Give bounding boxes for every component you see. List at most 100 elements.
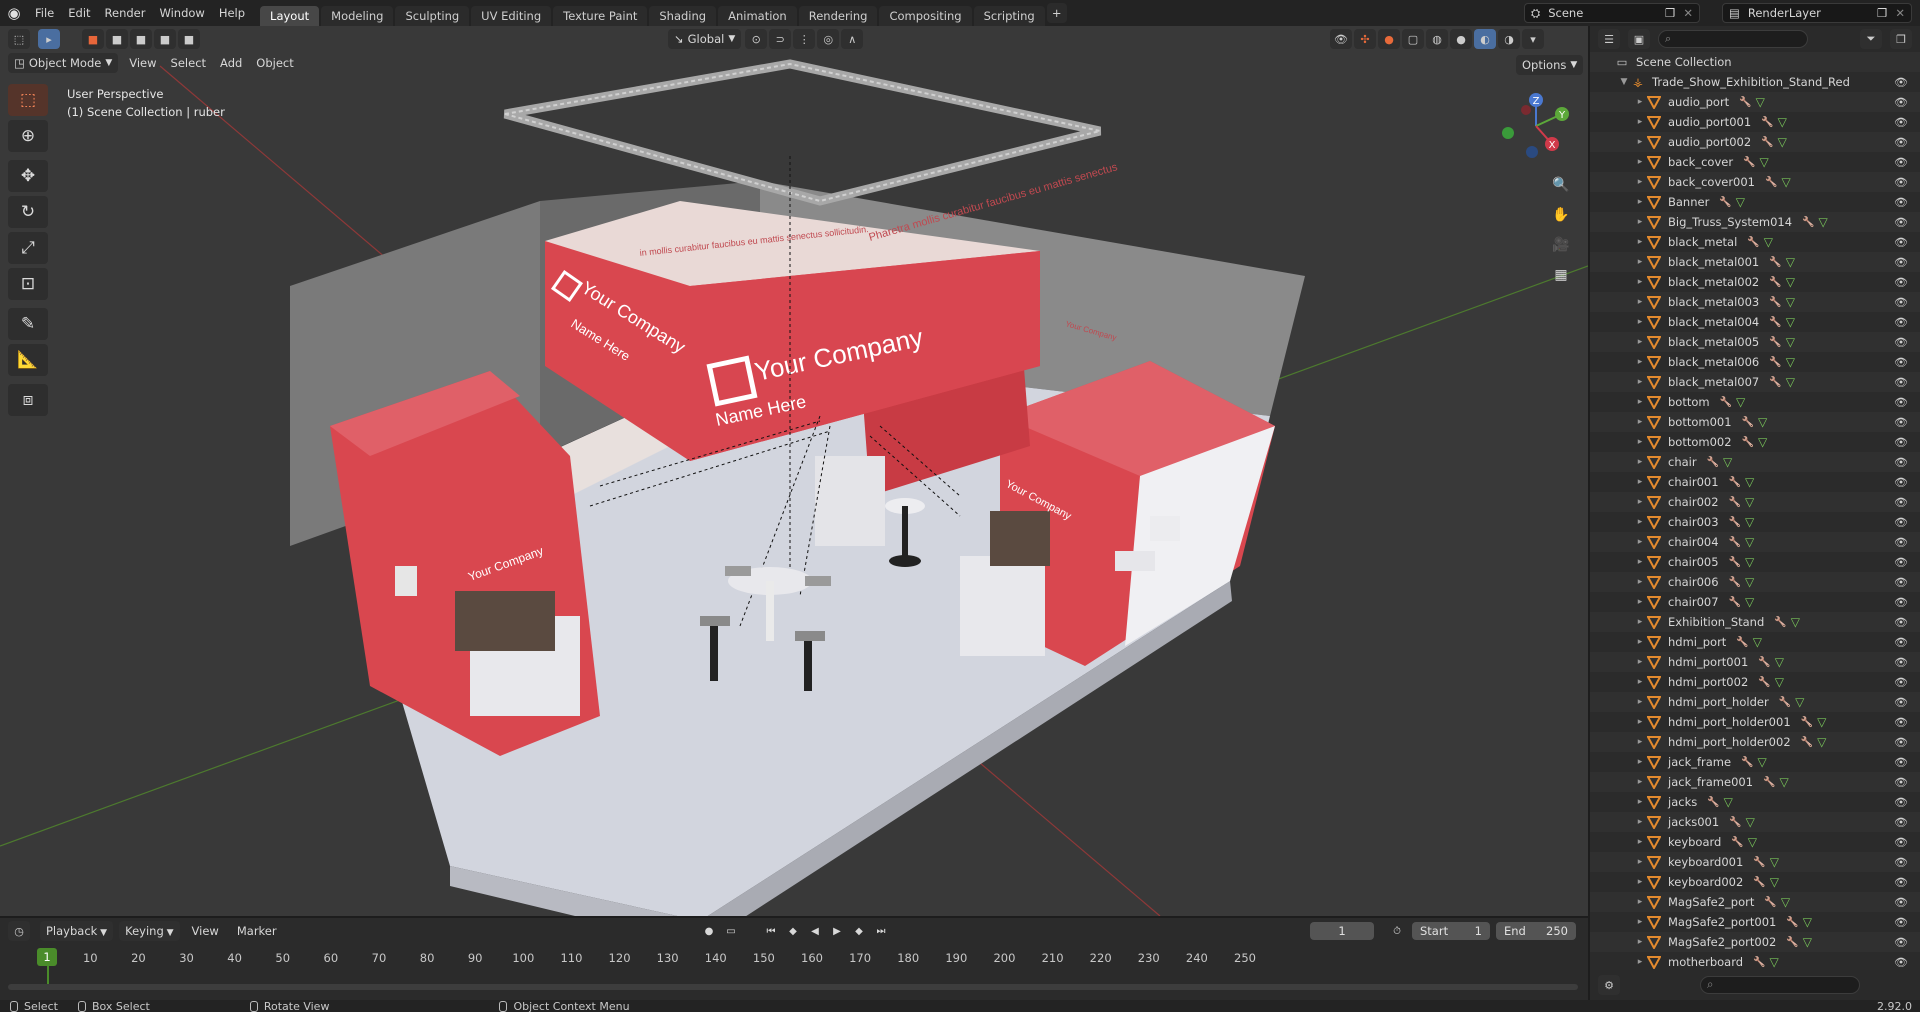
mesh-data-icon[interactable]: ▽ <box>1745 475 1754 489</box>
navigation-gizmo[interactable]: Z Y X <box>1496 86 1576 166</box>
tab-shading[interactable]: Shading <box>649 6 717 26</box>
modifier-wrench-icon[interactable]: 🔧 <box>1729 557 1741 568</box>
outliner-item[interactable]: ▸ black_metal006 🔧 ▽ 👁 <box>1590 352 1920 372</box>
visibility-eye-icon[interactable]: 👁 <box>1894 776 1908 789</box>
outliner-item[interactable]: ▸ black_metal002 🔧 ▽ 👁 <box>1590 272 1920 292</box>
outliner-item[interactable]: ▸ hdmi_port001 🔧 ▽ 👁 <box>1590 652 1920 672</box>
outliner-item[interactable]: ▸ black_metal007 🔧 ▽ 👁 <box>1590 372 1920 392</box>
timeline-editor-icon[interactable]: ◷ <box>8 921 30 941</box>
outliner-item[interactable]: ▸ chair003 🔧 ▽ 👁 <box>1590 512 1920 532</box>
play-reverse-icon[interactable]: ◀ <box>806 922 824 940</box>
expand-icon[interactable]: ▸ <box>1634 917 1646 927</box>
proportional-edit-icon[interactable]: ◎ <box>817 29 840 49</box>
outliner-item[interactable]: ▸ jack_frame 🔧 ▽ 👁 <box>1590 752 1920 772</box>
visibility-eye-icon[interactable]: 👁 <box>1894 516 1908 529</box>
visibility-eye-icon[interactable]: 👁 <box>1894 196 1908 209</box>
expand-icon[interactable]: ▸ <box>1634 797 1646 807</box>
expand-icon[interactable]: ▸ <box>1634 817 1646 827</box>
expand-icon[interactable]: ▸ <box>1634 297 1646 307</box>
outliner-item[interactable]: ▸ black_metal003 🔧 ▽ 👁 <box>1590 292 1920 312</box>
mesh-data-icon[interactable]: ▽ <box>1736 195 1745 209</box>
mesh-data-icon[interactable]: ▽ <box>1786 375 1795 389</box>
visibility-eye-icon[interactable]: 👁 <box>1894 456 1908 469</box>
outliner-item[interactable]: ▸ hdmi_port_holder002 🔧 ▽ 👁 <box>1590 732 1920 752</box>
view-layer-selector[interactable]: ▤ RenderLayer ❐ ✕ <box>1722 3 1912 23</box>
timeline-menu-playback[interactable]: Playback ▼ <box>40 921 114 941</box>
expand-icon[interactable]: ▸ <box>1634 397 1646 407</box>
tab-scripting[interactable]: Scripting <box>973 6 1045 26</box>
outliner-item[interactable]: ▸ audio_port002 🔧 ▽ 👁 <box>1590 132 1920 152</box>
menu-help[interactable]: Help <box>212 0 252 26</box>
expand-icon[interactable]: ▸ <box>1634 477 1646 487</box>
outliner-item[interactable]: ▸ back_cover001 🔧 ▽ 👁 <box>1590 172 1920 192</box>
expand-icon[interactable]: ▸ <box>1634 657 1646 667</box>
modifier-wrench-icon[interactable]: 🔧 <box>1761 137 1773 148</box>
outliner-item[interactable]: ▸ jacks 🔧 ▽ 👁 <box>1590 792 1920 812</box>
modifier-wrench-icon[interactable]: 🔧 <box>1801 717 1813 728</box>
visibility-eye-icon[interactable]: 👁 <box>1894 656 1908 669</box>
outliner-item[interactable]: ▸ black_metal001 🔧 ▽ 👁 <box>1590 252 1920 272</box>
select-mode-extend-icon[interactable]: ■ <box>106 29 128 49</box>
visibility-icon[interactable]: 👁 <box>1330 29 1352 49</box>
modifier-wrench-icon[interactable]: 🔧 <box>1769 297 1781 308</box>
modifier-wrench-icon[interactable]: 🔧 <box>1802 217 1814 228</box>
mesh-data-icon[interactable]: ▽ <box>1786 255 1795 269</box>
timeline-menu-keying[interactable]: Keying ▼ <box>119 921 180 941</box>
expand-icon[interactable]: ▸ <box>1634 897 1646 907</box>
timeline-menu-marker[interactable]: Marker <box>231 921 283 941</box>
visibility-eye-icon[interactable]: 👁 <box>1894 76 1908 89</box>
current-frame-field[interactable]: 1 <box>1310 922 1374 940</box>
outliner-item[interactable]: ▸ chair007 🔧 ▽ 👁 <box>1590 592 1920 612</box>
visibility-eye-icon[interactable]: 👁 <box>1894 356 1908 369</box>
visibility-eye-icon[interactable]: 👁 <box>1894 816 1908 829</box>
mesh-data-icon[interactable]: ▽ <box>1779 775 1788 789</box>
menu-render[interactable]: Render <box>98 0 153 26</box>
visibility-eye-icon[interactable]: 👁 <box>1894 496 1908 509</box>
new-layer-icon[interactable]: ❐ <box>1877 6 1887 20</box>
expand-icon[interactable]: ▸ <box>1634 377 1646 387</box>
outliner-item[interactable]: ▸ bottom002 🔧 ▽ 👁 <box>1590 432 1920 452</box>
modifier-wrench-icon[interactable]: 🔧 <box>1758 677 1770 688</box>
visibility-eye-icon[interactable]: 👁 <box>1894 316 1908 329</box>
expand-icon[interactable]: ▸ <box>1634 777 1646 787</box>
mesh-data-icon[interactable]: ▽ <box>1758 435 1767 449</box>
visibility-eye-icon[interactable]: 👁 <box>1894 696 1908 709</box>
add-cube-tool-icon[interactable]: ⧈ <box>8 384 48 416</box>
modifier-wrench-icon[interactable]: 🔧 <box>1741 757 1753 768</box>
visibility-eye-icon[interactable]: 👁 <box>1894 156 1908 169</box>
measure-tool-icon[interactable]: 📐 <box>8 344 48 376</box>
play-icon[interactable]: ▶ <box>828 922 846 940</box>
timeline-menu-view[interactable]: View <box>186 921 225 941</box>
mesh-data-icon[interactable]: ▽ <box>1770 855 1779 869</box>
rendered-shading-icon[interactable]: ◑ <box>1498 29 1520 49</box>
playhead[interactable]: 1 <box>37 948 57 966</box>
shading-options-icon[interactable]: ▾ <box>1522 29 1544 49</box>
mesh-data-icon[interactable]: ▽ <box>1770 955 1779 969</box>
modifier-wrench-icon[interactable]: 🔧 <box>1801 737 1813 748</box>
collapse-icon[interactable]: ▼ <box>1618 77 1630 87</box>
modifier-wrench-icon[interactable]: 🔧 <box>1769 317 1781 328</box>
modifier-wrench-icon[interactable]: 🔧 <box>1774 617 1786 628</box>
outliner-search-input[interactable]: ⌕ <box>1658 30 1808 48</box>
expand-icon[interactable]: ▸ <box>1634 637 1646 647</box>
mesh-data-icon[interactable]: ▽ <box>1778 115 1787 129</box>
snap-target-icon[interactable]: ⋮ <box>793 29 816 49</box>
expand-icon[interactable]: ▸ <box>1634 837 1646 847</box>
outliner-item[interactable]: ▸ Banner 🔧 ▽ 👁 <box>1590 192 1920 212</box>
modifier-wrench-icon[interactable]: 🔧 <box>1739 97 1751 108</box>
expand-icon[interactable]: ▸ <box>1634 877 1646 887</box>
outliner-item[interactable]: ▸ chair005 🔧 ▽ 👁 <box>1590 552 1920 572</box>
close-icon[interactable]: ✕ <box>1895 6 1905 20</box>
jump-end-icon[interactable]: ⏭ <box>872 922 890 940</box>
mesh-data-icon[interactable]: ▽ <box>1745 595 1754 609</box>
outliner-item[interactable]: ▸ chair006 🔧 ▽ 👁 <box>1590 572 1920 592</box>
scene-selector[interactable]: ⛭ Scene ❐ ✕ <box>1524 3 1700 23</box>
menu-edit[interactable]: Edit <box>61 0 97 26</box>
new-scene-icon[interactable]: ❐ <box>1665 6 1675 20</box>
visibility-eye-icon[interactable]: 👁 <box>1894 856 1908 869</box>
mesh-data-icon[interactable]: ▽ <box>1795 695 1804 709</box>
grid-view-icon[interactable]: ▦ <box>1548 262 1574 288</box>
modifier-wrench-icon[interactable]: 🔧 <box>1742 417 1754 428</box>
expand-icon[interactable]: ▸ <box>1634 257 1646 267</box>
expand-icon[interactable]: ▸ <box>1634 157 1646 167</box>
